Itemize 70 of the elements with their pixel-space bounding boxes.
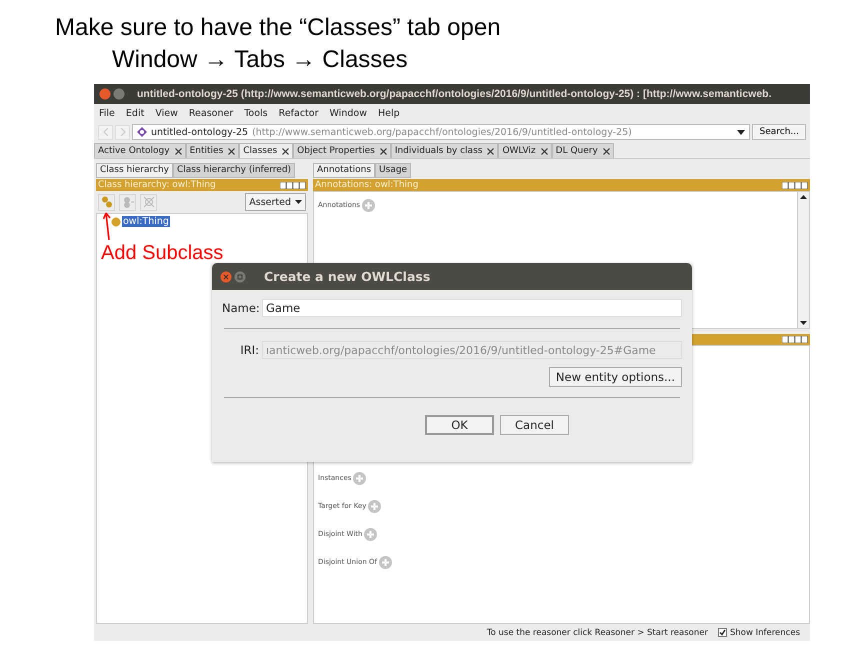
iri-label: IRI: (239, 343, 259, 357)
view-tab[interactable]: Annotations (313, 163, 376, 178)
ontology-selector[interactable]: untitled-ontology-25 (http://www.semanticweb.org/papacchf/ontologies/2016/9/untitled-ontology-25) (132, 124, 750, 140)
add-subclass-button[interactable] (98, 194, 115, 210)
workspace-tab[interactable]: Classes (239, 143, 294, 158)
close-icon[interactable] (174, 148, 182, 154)
checkbox-icon (718, 628, 727, 637)
ontology-name: untitled-ontology-25 (151, 126, 248, 138)
add-icon[interactable] (364, 528, 378, 540)
workspace-tab[interactable]: DL Query (552, 143, 614, 158)
menu-path-text: Window → Tabs → Classes (112, 45, 409, 75)
workspace-tab[interactable]: Active Ontology (94, 143, 186, 158)
name-label: Name: (222, 301, 259, 315)
search-button[interactable]: Search... (752, 124, 806, 140)
close-icon[interactable] (602, 148, 610, 154)
view-controls-icon[interactable] (280, 182, 306, 188)
scroll-up-icon[interactable] (800, 195, 807, 199)
add-subclass-icon (100, 196, 112, 208)
add-icon[interactable] (362, 198, 376, 212)
dialog-title: Create a new OWLClass (264, 269, 430, 284)
window-title: untitled-ontology-25 (http://www.semanticweb.org/papacchf/ontologies/2016/9/untitled-ontology-25) : [http://www.semanticweb. (137, 88, 772, 100)
close-icon[interactable] (487, 148, 494, 154)
menu-item[interactable]: Window (330, 108, 367, 118)
scroll-down-icon[interactable] (800, 321, 807, 325)
menu-item[interactable]: Edit (126, 108, 144, 118)
menu-item[interactable]: Help (378, 108, 400, 118)
name-input-field[interactable]: Game (262, 299, 682, 317)
view-tab[interactable]: Class hierarchy (96, 163, 173, 178)
close-icon[interactable] (380, 148, 387, 154)
scrollbar[interactable] (797, 192, 809, 328)
ontology-icon (137, 127, 147, 137)
hierarchy-mode-dropdown[interactable]: Asserted (245, 193, 306, 211)
dropdown-caret-icon (295, 200, 302, 204)
workspace-tab[interactable]: Object Properties (293, 143, 391, 158)
add-icon[interactable] (368, 500, 382, 512)
class-icon (111, 216, 121, 226)
close-icon[interactable] (540, 148, 548, 154)
menu-item[interactable]: Refactor (278, 108, 318, 118)
menu-item[interactable]: File (99, 108, 115, 118)
show-inferences-checkbox[interactable]: Show Inferences (718, 628, 800, 638)
workspace-tab[interactable]: Individuals by class (390, 143, 498, 158)
dialog-button[interactable]: Cancel (500, 415, 569, 435)
delete-class-icon (142, 196, 154, 208)
view-tab[interactable]: Class hierarchy (inferred) (172, 163, 296, 178)
view-tab[interactable]: Usage (375, 163, 412, 178)
add-sibling-button[interactable] (119, 194, 136, 210)
add-icon[interactable] (353, 472, 366, 484)
view-header-title: Annotations: owl:Thing (315, 180, 418, 190)
menu-item[interactable]: View (155, 108, 178, 118)
slide-heading: Make sure to have the “Classes” tab open (55, 13, 502, 43)
add-sibling-icon (122, 196, 134, 208)
status-text: To use the reasoner click Reasoner > Start reasoner (486, 628, 708, 638)
dialog-button[interactable]: OK (425, 415, 494, 435)
add-icon[interactable] (378, 556, 392, 568)
close-icon[interactable] (228, 148, 236, 154)
callout-arrow (103, 211, 113, 241)
ontology-iri: (http://www.semanticweb.org/papacchf/ontologies/2016/9/untitled-ontology-25) (252, 126, 632, 138)
view-controls-icon[interactable] (782, 182, 808, 188)
delete-class-button[interactable] (140, 194, 157, 210)
callout-label: Add Subclass (101, 242, 224, 265)
view-controls-icon[interactable] (782, 336, 808, 343)
menu-item[interactable]: Tools (244, 108, 268, 118)
view-header-title: Class hierarchy: owl:Thing (98, 180, 216, 190)
close-icon[interactable] (282, 148, 290, 154)
workspace-tab[interactable]: OWLViz (498, 143, 552, 158)
menu-item[interactable]: Reasoner (188, 108, 234, 118)
new-entity-options-button[interactable]: New entity options... (548, 367, 682, 387)
dropdown-caret-icon (737, 130, 746, 134)
tree-item[interactable]: owl:Thing (122, 216, 170, 227)
workspace-tab[interactable]: Entities (186, 143, 240, 158)
